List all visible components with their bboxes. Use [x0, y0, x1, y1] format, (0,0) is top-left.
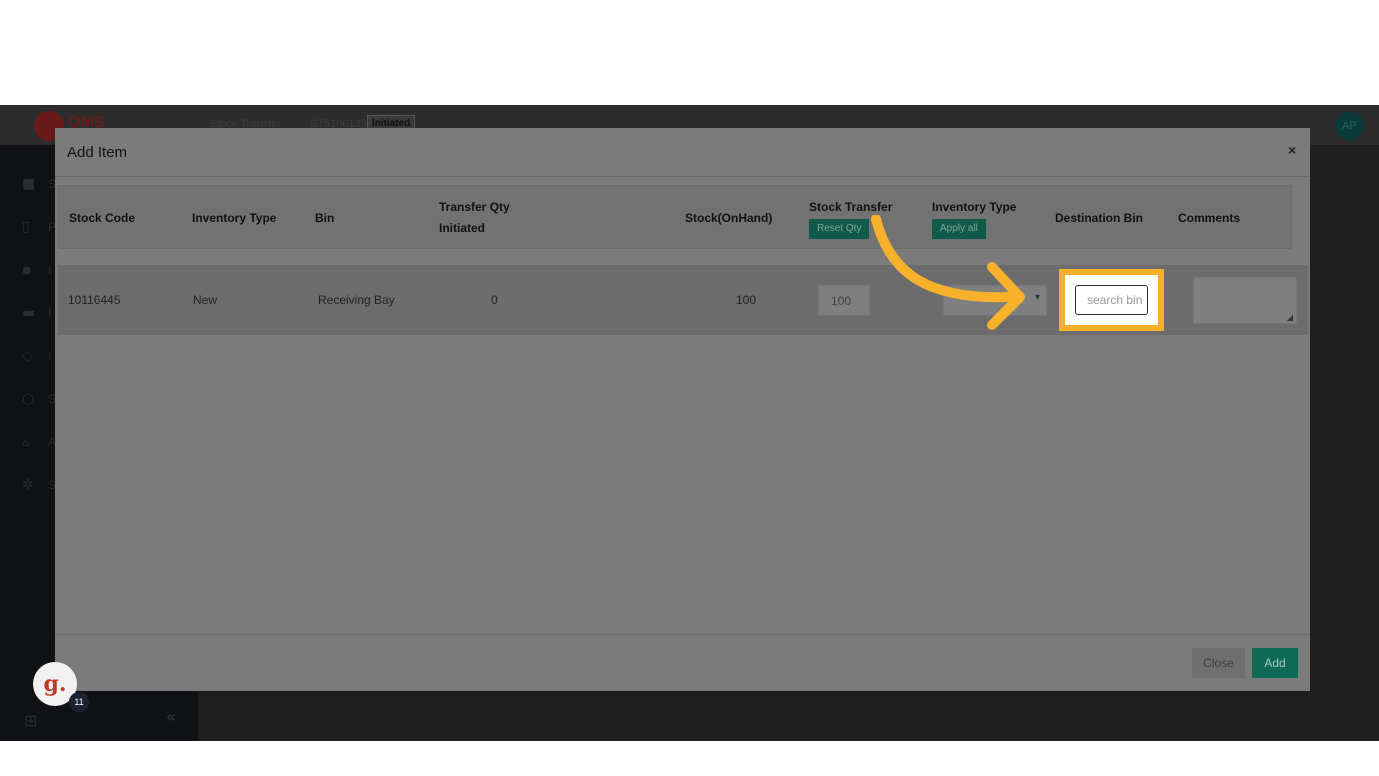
column-header-inventory-type-2: Inventory Type: [932, 200, 1017, 214]
sidebar-item-label[interactable]: I: [48, 263, 51, 277]
avatar[interactable]: AP: [1335, 111, 1364, 140]
truck-icon[interactable]: ■: [22, 177, 40, 191]
column-header-stock-transfer: Stock Transfer: [809, 200, 893, 214]
column-header-stock-code: Stock Code: [69, 211, 136, 225]
table-header: Stock Code Inventory Type Bin Transfer Q…: [58, 185, 1292, 249]
cell-stock-code: 10116445: [68, 293, 121, 307]
guide-arrow-icon: [871, 215, 1025, 330]
column-header-bin: Bin: [315, 211, 335, 225]
resize-grip-icon[interactable]: ◢: [1287, 313, 1293, 322]
add-button[interactable]: Add: [1252, 648, 1298, 678]
screenshot-frame: OMS Stock Transfer ST5100125 Initiated A…: [0, 105, 1379, 741]
apps-grid-icon[interactable]: ⊞: [24, 711, 37, 730]
column-header-stock-on-hand: Stock(OnHand): [685, 211, 773, 225]
sidebar-item-label[interactable]: I: [48, 349, 51, 363]
column-header-inventory-type: Inventory Type: [192, 211, 277, 225]
cell-stock-on-hand: 100: [736, 293, 757, 307]
guide-step-count-badge: 11: [69, 692, 89, 712]
close-icon[interactable]: ×: [1288, 142, 1296, 158]
cell-transfer-qty-initiated: 0: [491, 293, 498, 307]
add-item-modal: Add Item × Stock Code Inventory Type Bin…: [55, 128, 1310, 691]
cell-bin: Receiving Bay: [318, 293, 395, 307]
sidebar-item-label[interactable]: I: [48, 306, 51, 320]
modal-header: Add Item ×: [55, 128, 1310, 177]
modal-title: Add Item: [67, 144, 128, 161]
column-header-comments: Comments: [1178, 211, 1241, 225]
column-header-transfer-qty: Transfer Qty: [439, 200, 510, 214]
warehouse-icon[interactable]: ▬: [22, 306, 40, 320]
destination-bin-search-input[interactable]: [1075, 285, 1148, 315]
boxes-icon[interactable]: ▪: [22, 263, 40, 277]
modal-footer: Close Add: [55, 634, 1310, 691]
column-header-transfer-qty-initiated: Initiated: [439, 221, 486, 235]
gear-icon[interactable]: ✲: [22, 478, 40, 492]
collapse-sidebar-icon[interactable]: «: [166, 707, 176, 726]
chart-icon[interactable]: ▵: [22, 435, 40, 449]
destination-bin-highlight: [1059, 269, 1164, 331]
users-icon[interactable]: ○: [22, 392, 40, 406]
cell-inventory-type: New: [193, 293, 218, 307]
comments-textarea[interactable]: ◢: [1193, 277, 1297, 324]
close-button[interactable]: Close: [1192, 648, 1245, 678]
column-header-destination-bin: Destination Bin: [1055, 211, 1144, 225]
cube-icon[interactable]: ◇: [22, 349, 40, 363]
document-icon[interactable]: ▯: [22, 220, 40, 234]
